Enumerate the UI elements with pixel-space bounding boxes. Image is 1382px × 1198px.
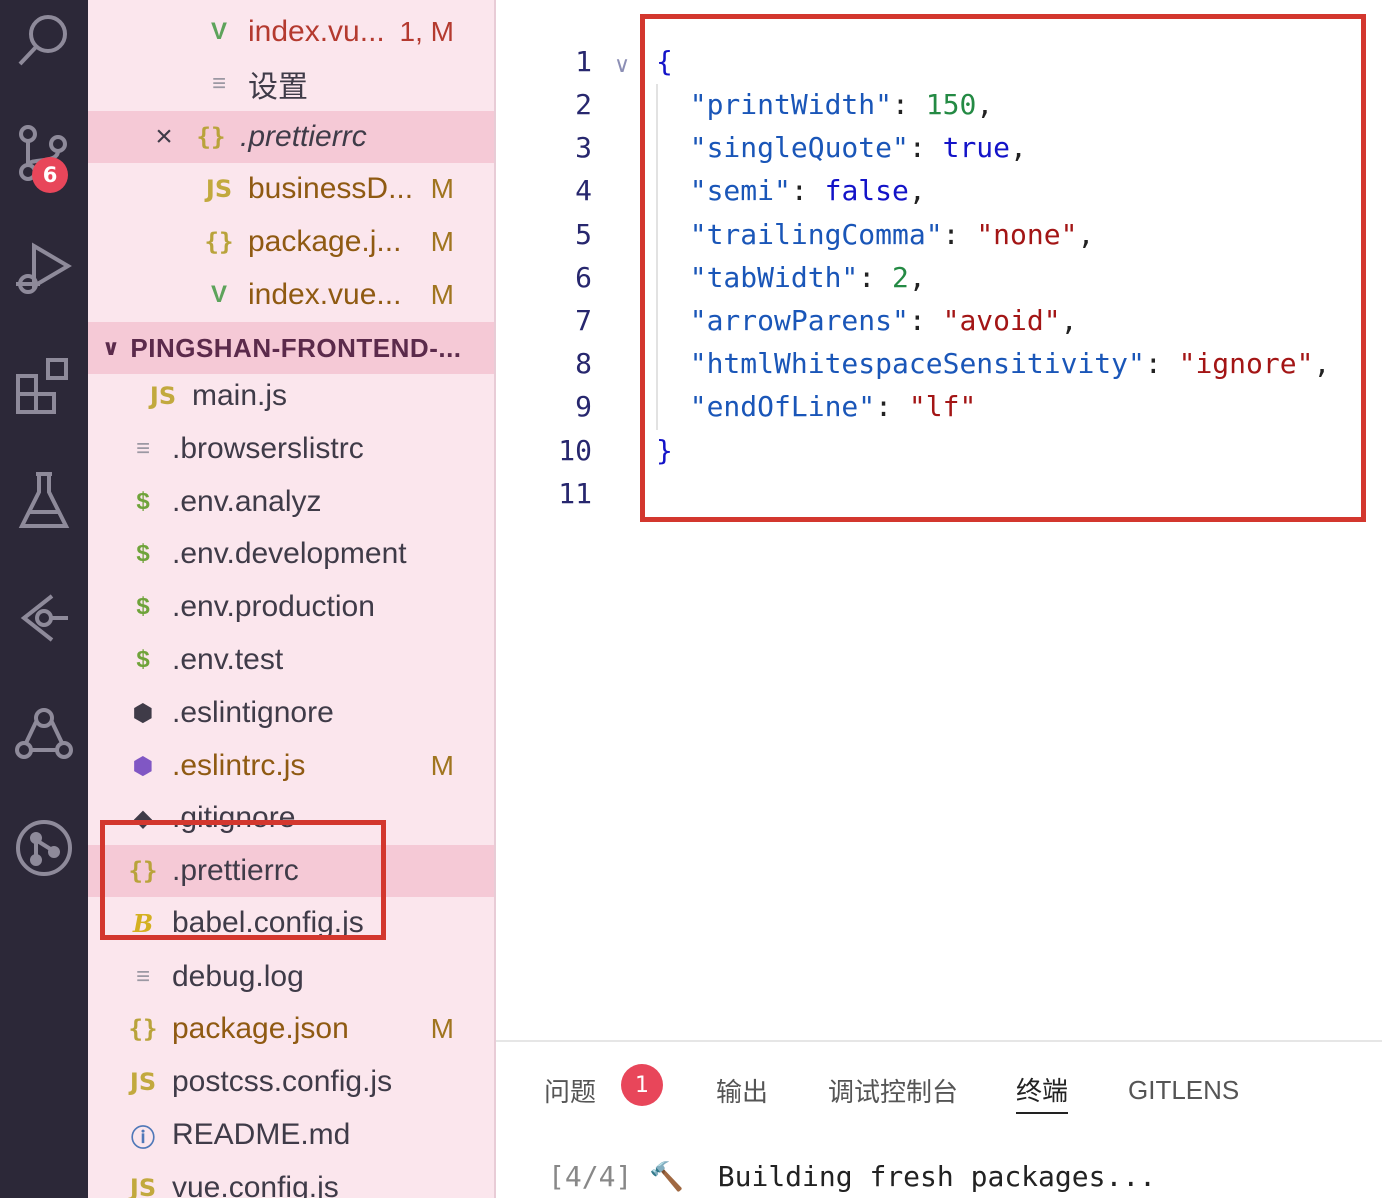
terminal-output[interactable]: [4/4] 🔨 Building fresh packages...: [548, 1160, 1156, 1193]
dollar-icon: $: [136, 540, 150, 567]
text-lines-icon: ≡: [135, 963, 150, 990]
close-icon[interactable]: ×: [144, 120, 184, 154]
dollar-icon: $: [136, 593, 150, 620]
line-number: 2: [575, 88, 592, 121]
file-item[interactable]: ⬢ .eslintignore: [88, 687, 494, 739]
line-number: 5: [575, 218, 592, 251]
file-item[interactable]: JS main.js: [88, 370, 494, 422]
run-debug-icon[interactable]: [0, 228, 88, 308]
file-item[interactable]: ⬢ .eslintrc.js M: [88, 740, 494, 792]
js-icon: JS: [205, 175, 233, 203]
line-number: 10: [558, 434, 592, 467]
file-item[interactable]: $ .env.production: [88, 581, 494, 633]
chevron-down-icon: ∨: [102, 335, 121, 360]
line-number: 6: [575, 261, 592, 294]
file-item[interactable]: ≡ .browserslistrc: [88, 423, 494, 475]
open-editor-item[interactable]: V index.vu... 1, M: [88, 6, 494, 58]
settings-file-icon: ≡: [211, 70, 226, 97]
dollar-icon: $: [136, 488, 150, 515]
open-editor-item[interactable]: {} package.j... M: [88, 216, 494, 268]
js-icon: JS: [129, 1174, 157, 1198]
workspace-section-header[interactable]: ∨ PINGSHAN-FRONTEND-...: [88, 322, 494, 374]
eslint-icon: ⬢: [132, 752, 154, 780]
activity-bar: 6: [0, 0, 88, 1198]
file-item[interactable]: ⓘ README.md: [88, 1109, 494, 1161]
json-braces-icon: {}: [204, 228, 234, 256]
info-icon: ⓘ: [131, 1124, 155, 1152]
file-item[interactable]: $ .env.development: [88, 528, 494, 580]
open-editor-item[interactable]: ≡ 设置: [88, 58, 494, 110]
json-braces-icon: {}: [128, 1015, 158, 1043]
problems-badge: 1: [621, 1064, 663, 1106]
file-item[interactable]: $ .env.test: [88, 634, 494, 686]
eslint-icon: ⬢: [132, 699, 154, 727]
git-graph-icon[interactable]: [0, 808, 88, 888]
search-icon[interactable]: [0, 0, 88, 80]
open-editor-item[interactable]: V index.vue... M: [88, 269, 494, 321]
gitlens-icon[interactable]: [0, 578, 88, 658]
tab-terminal[interactable]: 终端: [1016, 1066, 1069, 1114]
line-number: 4: [575, 174, 592, 207]
live-share-icon[interactable]: [0, 692, 88, 772]
scm-badge: 6: [32, 157, 68, 193]
json-braces-icon: {}: [196, 123, 226, 151]
line-number: 3: [575, 131, 592, 164]
vue-icon: V: [210, 18, 227, 45]
dollar-icon: $: [136, 646, 150, 673]
line-number: 9: [575, 390, 592, 423]
file-item[interactable]: $ .env.analyz: [88, 476, 494, 528]
vue-icon: V: [210, 281, 227, 308]
tab-debug-console[interactable]: 调试控制台: [828, 1066, 958, 1114]
js-icon: JS: [149, 382, 177, 410]
extensions-icon[interactable]: [0, 346, 88, 426]
tab-gitlens[interactable]: GITLENS: [1128, 1066, 1239, 1114]
fold-chevron-icon[interactable]: ∨: [614, 52, 630, 78]
file-item[interactable]: ≡ debug.log: [88, 951, 494, 1003]
annotation-highlight-box: [640, 14, 1366, 522]
open-editor-item[interactable]: JS businessD... M: [88, 163, 494, 215]
tab-output[interactable]: 输出: [716, 1066, 768, 1114]
text-lines-icon: ≡: [135, 435, 150, 462]
line-number: 7: [575, 304, 592, 337]
tab-problems[interactable]: 问题: [544, 1066, 596, 1114]
line-number: 8: [575, 347, 592, 380]
testing-icon[interactable]: [0, 460, 88, 540]
hammer-icon: 🔨: [649, 1160, 685, 1193]
file-item[interactable]: JS postcss.config.js: [88, 1056, 494, 1108]
bottom-panel: 问题 1 输出 调试控制台 终端 GITLENS [4/4] 🔨 Buildin…: [496, 1040, 1382, 1198]
line-number: 1: [575, 45, 592, 78]
file-item[interactable]: JS vue.config.js: [88, 1162, 494, 1198]
line-number: 11: [558, 477, 592, 510]
explorer-sidebar: V index.vu... 1, M ≡ 设置 × {} .prettierrc…: [88, 0, 496, 1198]
open-editor-item-active[interactable]: × {} .prettierrc: [88, 111, 494, 163]
js-icon: JS: [129, 1068, 157, 1096]
file-item[interactable]: {} package.json M: [88, 1003, 494, 1055]
annotation-highlight-box: [100, 820, 386, 940]
